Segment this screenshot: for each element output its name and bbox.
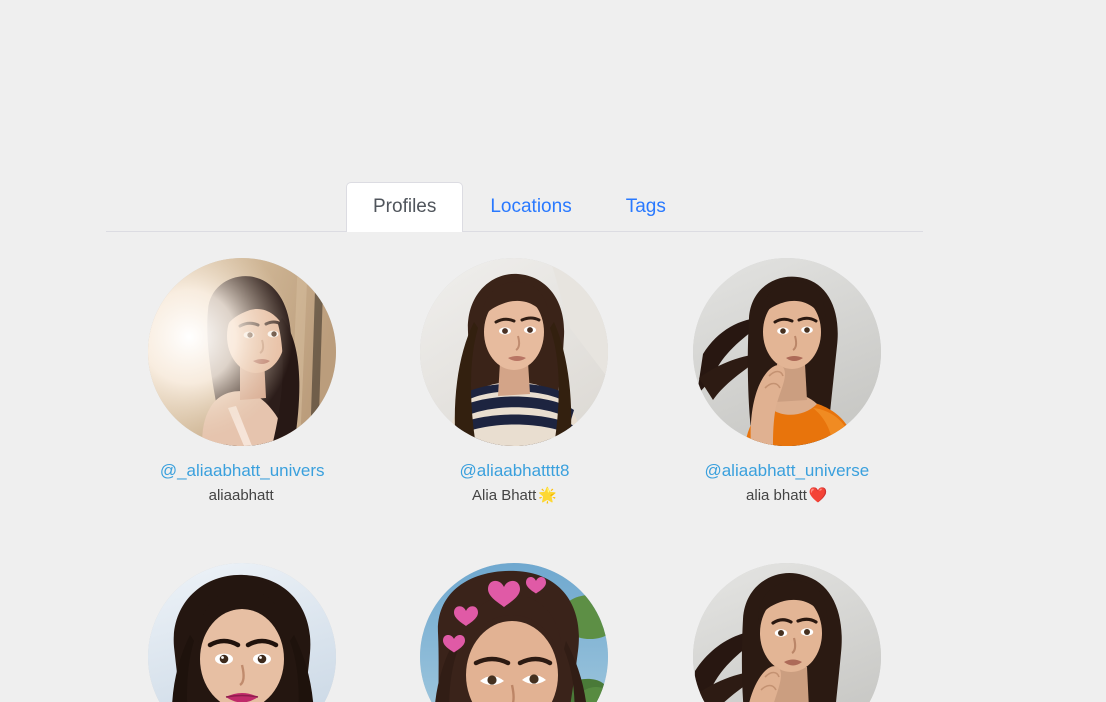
profile-emoji-heart: ❤️ — [808, 487, 828, 504]
profile-emoji-sun: 🌟 — [538, 487, 557, 504]
avatar-row2-col2[interactable] — [420, 563, 609, 702]
profile-results-grid: @_aliaabhatt_univers aliaabhatt @aliaabh… — [106, 240, 923, 702]
profile-username[interactable]: @aliaabhatttt8 — [460, 461, 570, 481]
tab-tags-label: Tags — [625, 196, 666, 217]
avatar-row2-col1[interactable] — [148, 563, 337, 702]
avatar-row2-col3[interactable] — [692, 563, 881, 702]
tab-locations[interactable]: Locations — [463, 182, 598, 231]
avatar-aliaabhatttt8[interactable] — [420, 258, 609, 446]
profile-fullname-text: Alia Bhatt — [472, 487, 537, 504]
profile-card[interactable] — [651, 545, 923, 702]
tab-profiles[interactable]: Profiles — [346, 182, 464, 232]
profile-fullname-text: aliaabhatt — [208, 487, 274, 504]
profile-card[interactable]: @_aliaabhatt_univers aliaabhatt — [106, 240, 378, 545]
profile-fullname: alia bhatt ❤️ — [746, 486, 828, 505]
profile-card[interactable]: @aliaabhatttt8 Alia Bhatt 🌟 — [378, 240, 650, 545]
tab-profiles-label: Profiles — [373, 196, 437, 217]
tab-tags[interactable]: Tags — [599, 182, 693, 231]
tab-locations-label: Locations — [490, 196, 572, 217]
profile-username[interactable]: @_aliaabhatt_univers — [160, 461, 325, 481]
profile-username[interactable]: @aliaabhatt_universe — [704, 461, 869, 481]
profile-card[interactable]: @aliaabhatt_universe alia bhatt ❤️ — [651, 240, 923, 545]
search-result-tabs: Profiles Locations Tags — [106, 180, 923, 232]
profile-card[interactable] — [378, 545, 650, 702]
avatar-aliaabhatt-univers[interactable] — [148, 258, 337, 446]
profile-card[interactable] — [106, 545, 378, 702]
profile-fullname-text: alia bhatt — [746, 487, 807, 504]
search-results-page: Profiles Locations Tags @_aliaabhatt_uni… — [0, 0, 1106, 702]
profile-fullname: Alia Bhatt 🌟 — [472, 486, 557, 505]
avatar-aliaabhatt-universe[interactable] — [692, 258, 881, 446]
profile-fullname: aliaabhatt — [209, 486, 276, 505]
